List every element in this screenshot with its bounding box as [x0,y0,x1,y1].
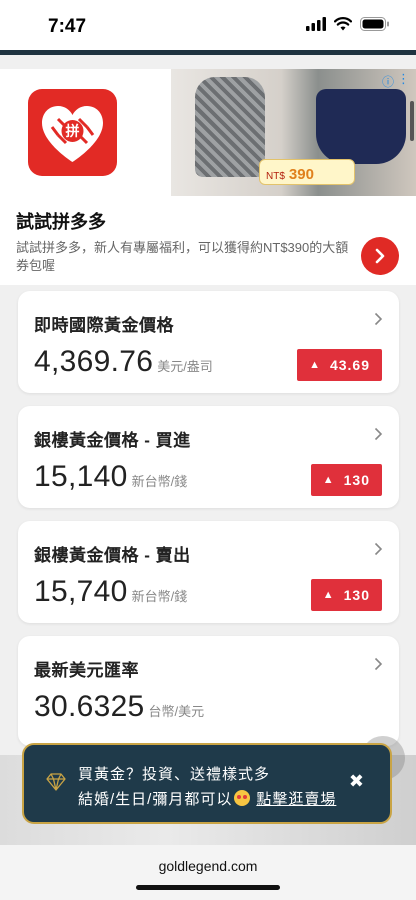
unit-label: 台幣/美元 [148,704,205,719]
unit-label: 新台幣/錢 [131,474,188,489]
diamond-icon [46,773,66,791]
card-title: 銀樓黃金價格 - 買進 [34,431,191,450]
card-title: 最新美元匯率 [34,661,139,680]
card-jeweler-buy[interactable]: 銀樓黃金價格 - 買進 15,140 新台幣/錢 ▲ 130 [18,406,399,508]
unit-label: 新台幣/錢 [131,589,188,604]
chevron-right-icon [374,312,383,326]
card-jeweler-sell[interactable]: 銀樓黃金價格 - 賣出 15,740 新台幣/錢 ▲ 130 [18,521,399,623]
promo-line-1: 買黃金？投資、送禮樣式多 [78,766,271,783]
ad-product-photo: NT$ 390 [171,69,416,196]
gold-price-value: 4,369.76 美元/盎司 [34,345,213,378]
triangle-up-icon: ▲ [309,359,321,371]
heart-logo-icon: 拼 [42,106,103,162]
ad-scrollbar [410,101,414,141]
sell-price-value: 15,740 新台幣/錢 [34,575,188,608]
buy-price-value: 15,140 新台幣/錢 [34,460,188,493]
unit-label: 美元/盎司 [157,359,213,374]
ad-open-button[interactable] [361,237,399,275]
status-time: 7:47 [48,16,87,37]
ad-info-icon[interactable]: ⓘ [382,73,394,90]
browser-url-bar[interactable]: goldlegend.com [0,845,416,900]
change-badge: ▲ 130 [310,579,382,611]
pinduoduo-logo: 拼 [28,89,117,176]
url-text[interactable]: goldlegend.com [0,858,416,874]
heart-eyes-emoji-icon [234,790,251,806]
status-icons [306,17,390,31]
card-title: 銀樓黃金價格 - 賣出 [34,546,191,565]
status-bar: 7:47 [0,0,416,50]
ad-description: 試試拼多多，新人有專屬福利，可以獲得約NT$390的大額券包喔 [16,240,349,273]
ad-title[interactable]: 試試拼多多 [16,208,106,234]
spacer [0,55,416,69]
card-usd-rate[interactable]: 最新美元匯率 30.6325 台幣/美元 [18,636,399,746]
wifi-icon [334,17,352,31]
chevron-right-icon [374,657,383,671]
promo-line-2: 結婚/生日/彌月都可以 點擊逛賣場 [78,790,337,808]
svg-text:拼: 拼 [66,123,80,140]
card-title: 即時國際黃金價格 [34,316,174,335]
promo-banner[interactable]: 買黃金？投資、送禮樣式多 結婚/生日/彌月都可以 點擊逛賣場 ✖ [22,743,392,824]
shop-link[interactable]: 點擊逛賣場 [256,791,336,808]
usd-rate-value: 30.6325 台幣/美元 [34,690,205,723]
ad-promo-sticker: NT$ 390 [259,159,355,185]
close-icon[interactable]: ✖ [349,771,364,792]
ad-more-icon[interactable]: ⋮ [397,71,410,87]
arrow-right-icon [375,248,385,264]
shirt-image [195,77,265,177]
triangle-up-icon: ▲ [322,589,335,601]
home-indicator[interactable] [136,885,280,890]
chevron-right-icon [374,427,383,441]
ad-banner[interactable]: 拼 NT$ 390 ⓘ ⋮ 試試拼多多 試試拼多多，新人有專屬福利，可以獲得約NT… [0,69,416,285]
battery-icon [360,17,389,31]
skirt-image [316,89,406,164]
change-badge: ▲ 43.69 [297,349,382,381]
signal-icon [306,17,326,31]
card-international-gold[interactable]: 即時國際黃金價格 4,369.76 美元/盎司 ▲ 43.69 [18,291,399,393]
chevron-right-icon [374,542,383,556]
triangle-up-icon: ▲ [322,474,335,486]
change-badge: ▲ 130 [310,464,382,496]
